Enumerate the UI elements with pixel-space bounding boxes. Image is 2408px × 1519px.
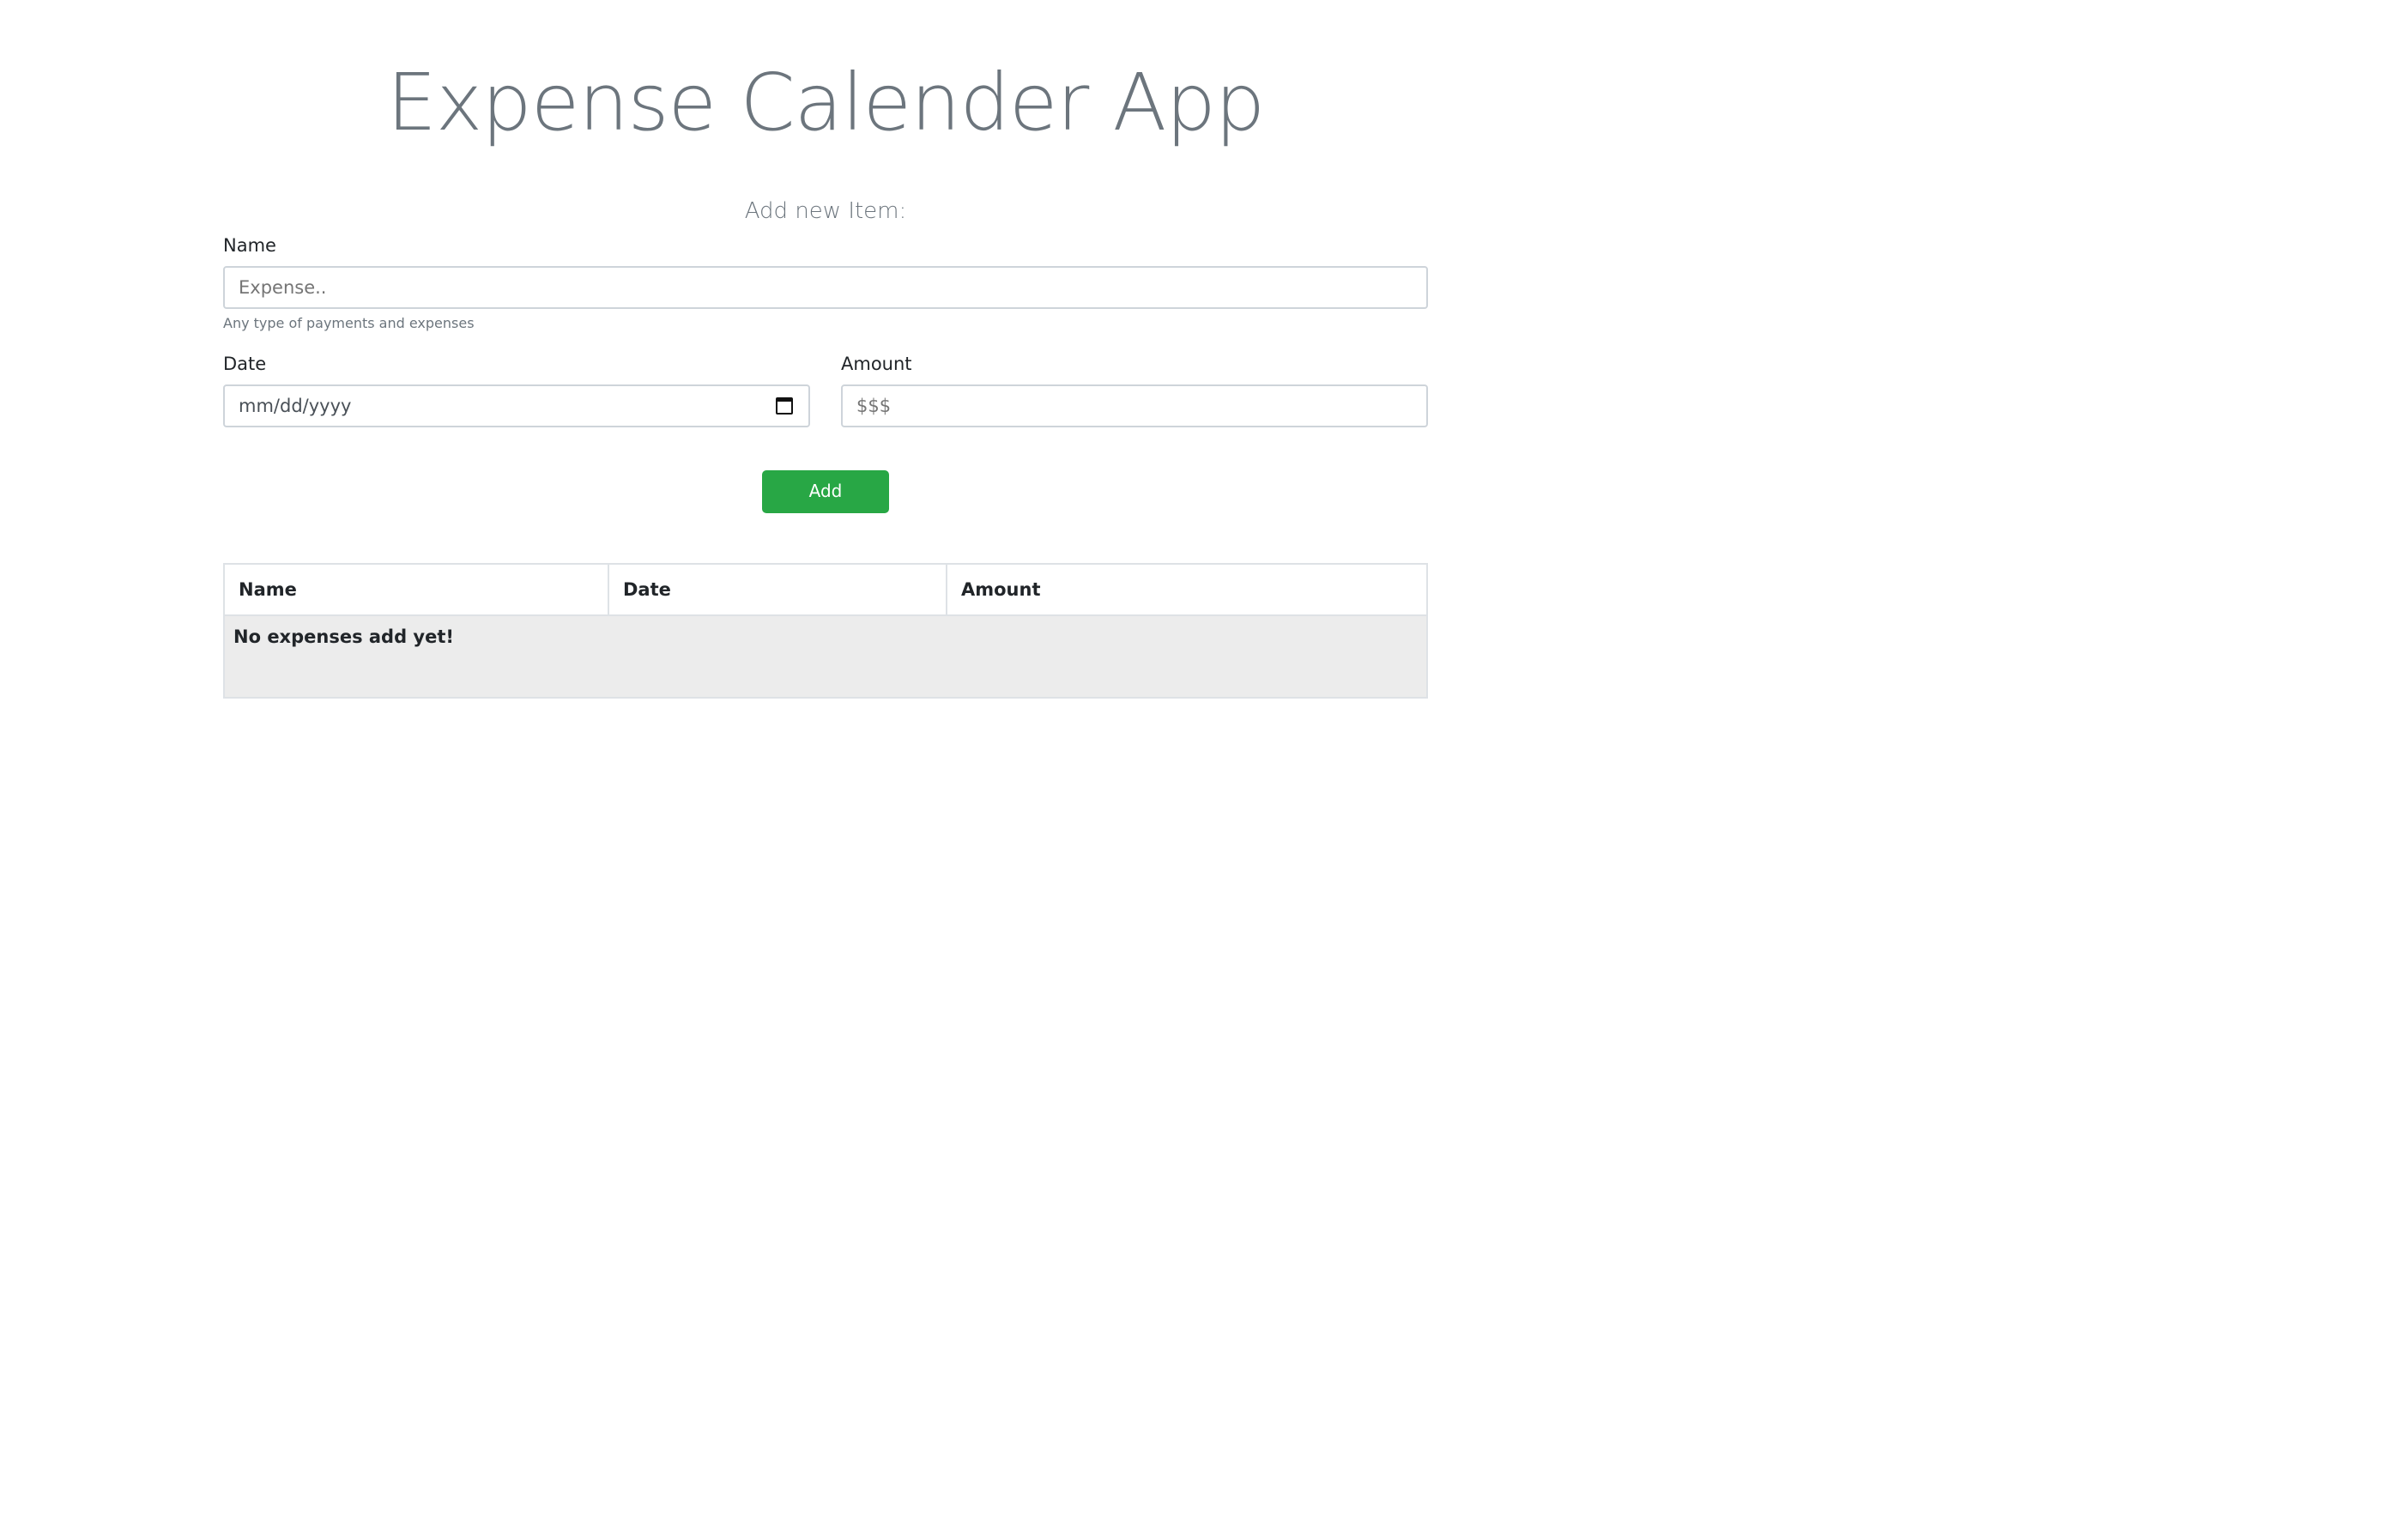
name-help-text: Any type of payments and expenses	[223, 315, 475, 331]
name-label: Name	[223, 235, 276, 256]
table-header-row: Name Date Amount	[223, 563, 1428, 616]
table-row: No expenses add yet!	[223, 615, 1428, 699]
expenses-table: Name Date Amount No expenses add yet!	[223, 563, 1428, 699]
add-expense-button[interactable]: Add Expense	[762, 470, 889, 539]
empty-state-message: No expenses add yet!	[223, 615, 1428, 699]
date-label: Date	[223, 354, 267, 374]
page-title: Expense Calender App	[386, 57, 1266, 148]
column-header-date: Date	[608, 563, 947, 616]
name-input[interactable]	[223, 266, 1428, 309]
date-placeholder: mm/dd/yyyy	[239, 396, 352, 416]
column-header-amount: Amount	[946, 563, 1428, 616]
column-header-name: Name	[223, 563, 609, 616]
amount-input[interactable]	[841, 384, 1428, 427]
form-subtitle: Add new Item:	[744, 198, 907, 224]
calendar-icon[interactable]	[776, 397, 793, 415]
date-input[interactable]: mm/dd/yyyy	[223, 384, 810, 427]
amount-label: Amount	[841, 354, 912, 374]
